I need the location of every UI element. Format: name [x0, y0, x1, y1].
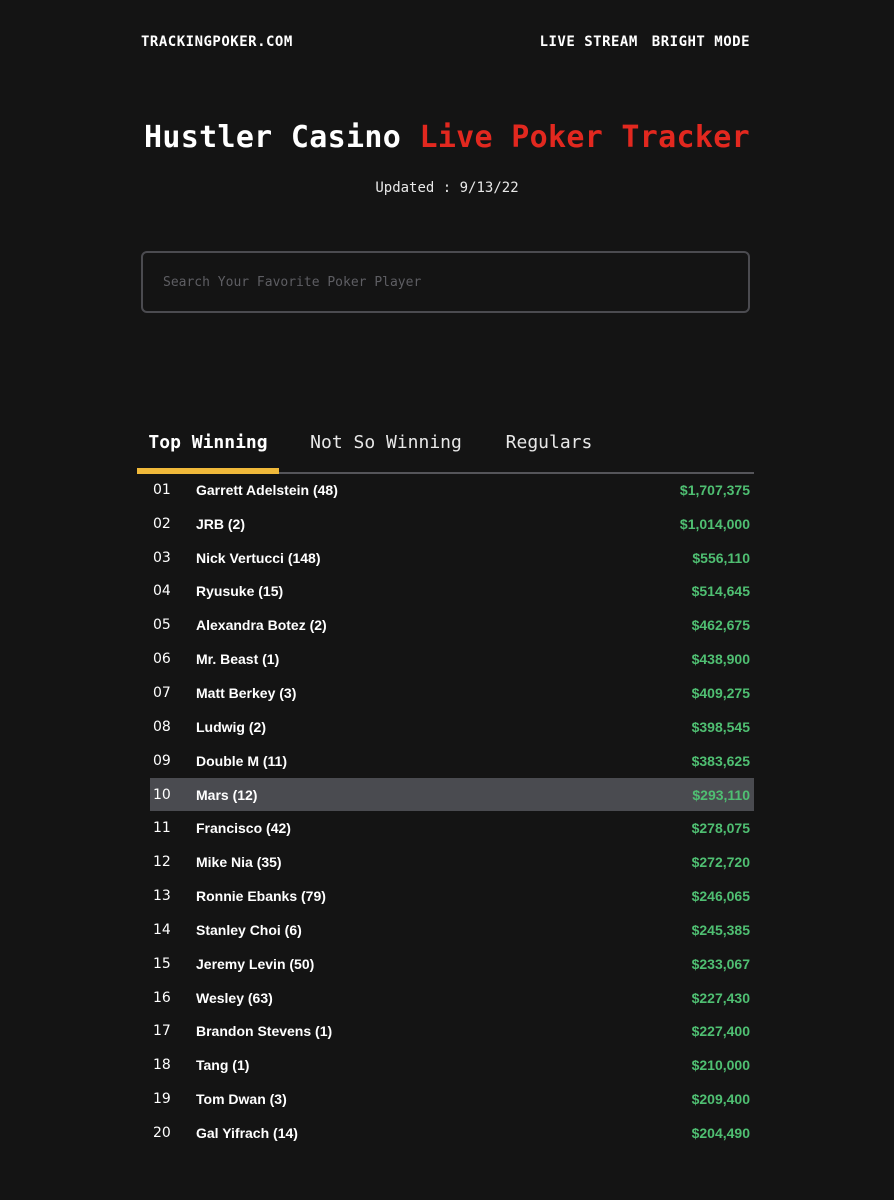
title-accent: Live Poker Tracker	[419, 120, 750, 155]
row-player-name: Francisco (42)	[196, 820, 291, 837]
row-player-name: Mars (12)	[196, 786, 258, 803]
row-winnings: $209,400	[691, 1091, 750, 1108]
row-winnings: $1,707,375	[679, 481, 750, 498]
tab-regulars[interactable]: Regulars	[503, 428, 595, 472]
row-player-name: Ludwig (2)	[196, 718, 266, 735]
tab-bar: Top Winning Not So Winning Regulars	[137, 428, 754, 474]
leaderboard-row[interactable]: 17 Brandon Stevens (1) $227,400	[150, 1015, 754, 1049]
tab-label: Top Winning	[148, 432, 268, 453]
row-winnings: $409,275	[691, 684, 750, 701]
updated-date: Updated : 9/13/22	[375, 180, 519, 196]
row-player-name: Matt Berkey (3)	[196, 684, 297, 701]
row-player-name: Jeremy Levin (50)	[196, 955, 315, 972]
brand-link[interactable]: TRACKINGPOKER.COM	[141, 34, 293, 50]
search-box	[141, 251, 750, 313]
leaderboard-row[interactable]: 07 Matt Berkey (3) $409,275	[150, 676, 754, 710]
leaderboard-row[interactable]: 09 Double M (11) $383,625	[150, 744, 754, 778]
leaderboard-row[interactable]: 10 Mars (12) $293,110	[150, 777, 754, 812]
leaderboard-row[interactable]: 12 Mike Nia (35) $272,720	[150, 845, 754, 879]
row-player-name: Ronnie Ebanks (79)	[196, 888, 326, 905]
row-player-name: Alexandra Botez (2)	[196, 617, 327, 634]
row-rank: 05	[153, 617, 171, 634]
row-player-name: Mr. Beast (1)	[196, 651, 280, 668]
bright-mode-toggle[interactable]: BRIGHT MODE	[652, 34, 750, 50]
leaderboard-row[interactable]: 20 Gal Yifrach (14) $204,490	[150, 1116, 754, 1150]
row-player-name: Garrett Adelstein (48)	[196, 481, 338, 498]
nav-links: LIVE STREAM BRIGHT MODE	[540, 34, 750, 50]
row-player-name: Tang (1)	[196, 1057, 250, 1074]
row-player-name: Wesley (63)	[196, 989, 273, 1006]
row-winnings: $227,400	[691, 1023, 750, 1040]
row-rank: 07	[153, 684, 171, 701]
leaderboard-row[interactable]: 16 Wesley (63) $227,430	[150, 981, 754, 1015]
row-winnings: $233,067	[691, 955, 750, 972]
leaderboard-row[interactable]: 04 Ryusuke (15) $514,645	[150, 575, 754, 609]
row-rank: 08	[153, 718, 171, 735]
page-title: Hustler Casino Live Poker Tracker	[0, 120, 894, 155]
row-winnings: $293,110	[692, 786, 750, 803]
row-rank: 18	[153, 1057, 171, 1074]
leaderboard-list: 01 Garrett Adelstein (48) $1,707,375 02 JRB …	[150, 473, 754, 1150]
row-player-name: Double M (11)	[196, 752, 288, 769]
row-rank: 09	[153, 752, 171, 769]
row-rank: 20	[153, 1124, 171, 1141]
leaderboard-row[interactable]: 01 Garrett Adelstein (48) $1,707,375	[150, 473, 754, 507]
row-winnings: $204,490	[691, 1124, 750, 1141]
row-rank: 16	[153, 989, 171, 1006]
row-winnings: $514,645	[691, 583, 750, 600]
row-rank: 14	[153, 921, 171, 938]
row-rank: 01	[153, 481, 171, 498]
row-player-name: Tom Dwan (3)	[196, 1091, 287, 1108]
tab-top-winning[interactable]: Top Winning	[137, 428, 279, 472]
leaderboard-row[interactable]: 15 Jeremy Levin (50) $233,067	[150, 947, 754, 981]
row-rank: 10	[153, 786, 171, 803]
row-winnings: $556,110	[692, 549, 750, 566]
leaderboard-row[interactable]: 03 Nick Vertucci (148) $556,110	[150, 541, 754, 575]
search-input[interactable]	[143, 253, 748, 311]
tab-label: Regulars	[505, 432, 593, 453]
row-rank: 19	[153, 1091, 171, 1108]
row-winnings: $227,430	[691, 989, 750, 1006]
row-rank: 17	[153, 1023, 171, 1040]
row-winnings: $246,065	[691, 888, 750, 905]
row-rank: 06	[153, 651, 171, 668]
leaderboard-row[interactable]: 19 Tom Dwan (3) $209,400	[150, 1082, 754, 1116]
row-player-name: JRB (2)	[196, 515, 246, 532]
row-rank: 02	[153, 515, 171, 532]
row-winnings: $462,675	[691, 617, 750, 634]
leaderboard-row[interactable]: 06 Mr. Beast (1) $438,900	[150, 642, 754, 676]
live-stream-link[interactable]: LIVE STREAM	[540, 34, 638, 50]
row-player-name: Gal Yifrach (14)	[196, 1124, 298, 1141]
row-player-name: Stanley Choi (6)	[196, 921, 302, 938]
tab-label: Not So Winning	[310, 432, 462, 453]
row-rank: 04	[153, 583, 171, 600]
row-player-name: Nick Vertucci (148)	[196, 549, 321, 566]
row-winnings: $245,385	[691, 921, 750, 938]
row-player-name: Brandon Stevens (1)	[196, 1023, 333, 1040]
row-winnings: $383,625	[691, 752, 750, 769]
leaderboard-row[interactable]: 14 Stanley Choi (6) $245,385	[150, 913, 754, 947]
row-player-name: Ryusuke (15)	[196, 583, 284, 600]
title-main: Hustler Casino	[144, 120, 402, 155]
leaderboard-row[interactable]: 18 Tang (1) $210,000	[150, 1048, 754, 1082]
row-rank: 13	[153, 888, 171, 905]
leaderboard-row[interactable]: 11 Francisco (42) $278,075	[150, 811, 754, 845]
row-rank: 03	[153, 549, 171, 566]
row-rank: 11	[153, 820, 171, 837]
row-winnings: $278,075	[691, 820, 750, 837]
row-winnings: $438,900	[691, 651, 750, 668]
row-rank: 12	[153, 854, 171, 871]
row-winnings: $210,000	[691, 1057, 750, 1074]
row-winnings: $272,720	[691, 854, 750, 871]
leaderboard-row[interactable]: 02 JRB (2) $1,014,000	[150, 507, 754, 541]
row-player-name: Mike Nia (35)	[196, 854, 282, 871]
top-nav: TRACKINGPOKER.COM LIVE STREAM BRIGHT MOD…	[141, 32, 750, 52]
row-winnings: $398,545	[691, 718, 750, 735]
tab-not-so-winning[interactable]: Not So Winning	[307, 428, 465, 472]
leaderboard-row[interactable]: 05 Alexandra Botez (2) $462,675	[150, 608, 754, 642]
row-rank: 15	[153, 955, 171, 972]
leaderboard-row[interactable]: 08 Ludwig (2) $398,545	[150, 710, 754, 744]
leaderboard-row[interactable]: 13 Ronnie Ebanks (79) $246,065	[150, 879, 754, 913]
row-winnings: $1,014,000	[679, 515, 750, 532]
